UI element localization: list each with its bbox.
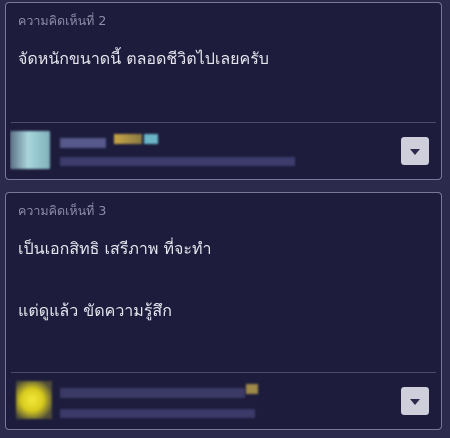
member-badge	[144, 134, 158, 144]
author-name[interactable]	[60, 138, 106, 148]
author-name[interactable]	[60, 388, 245, 398]
chevron-down-icon	[410, 399, 420, 405]
avatar[interactable]	[10, 131, 50, 169]
comment-number: ความคิดเห็นที่ 2	[18, 13, 107, 28]
comment-menu-button[interactable]	[401, 387, 429, 415]
comment-date	[60, 409, 255, 418]
comment-text: เป็นเอกสิทธิ เสรีภาพ ที่จะทำ	[18, 239, 212, 258]
comment-date	[60, 157, 295, 166]
comment-number: ความคิดเห็นที่ 3	[18, 203, 107, 218]
chevron-down-icon	[410, 149, 420, 155]
comment-text: จัดหนักขนาดนี้ ตลอดชีวิตไปเลยครับ	[18, 49, 269, 68]
comment-card: ความคิดเห็นที่ 2 จัดหนักขนาดนี้ ตลอดชีวิ…	[5, 2, 442, 180]
comment-menu-button[interactable]	[401, 137, 429, 165]
author-info[interactable]	[10, 129, 310, 177]
member-badge	[246, 384, 258, 394]
comment-text: แต่ดูแล้ว ขัดความรู้สึก	[18, 301, 172, 320]
author-info[interactable]	[10, 379, 280, 427]
divider	[11, 372, 436, 373]
comment-card: ความคิดเห็นที่ 3 เป็นเอกสิทธิ เสรีภาพ ที…	[5, 192, 442, 430]
divider	[11, 122, 436, 123]
member-badge	[114, 134, 142, 144]
avatar[interactable]	[16, 381, 52, 419]
